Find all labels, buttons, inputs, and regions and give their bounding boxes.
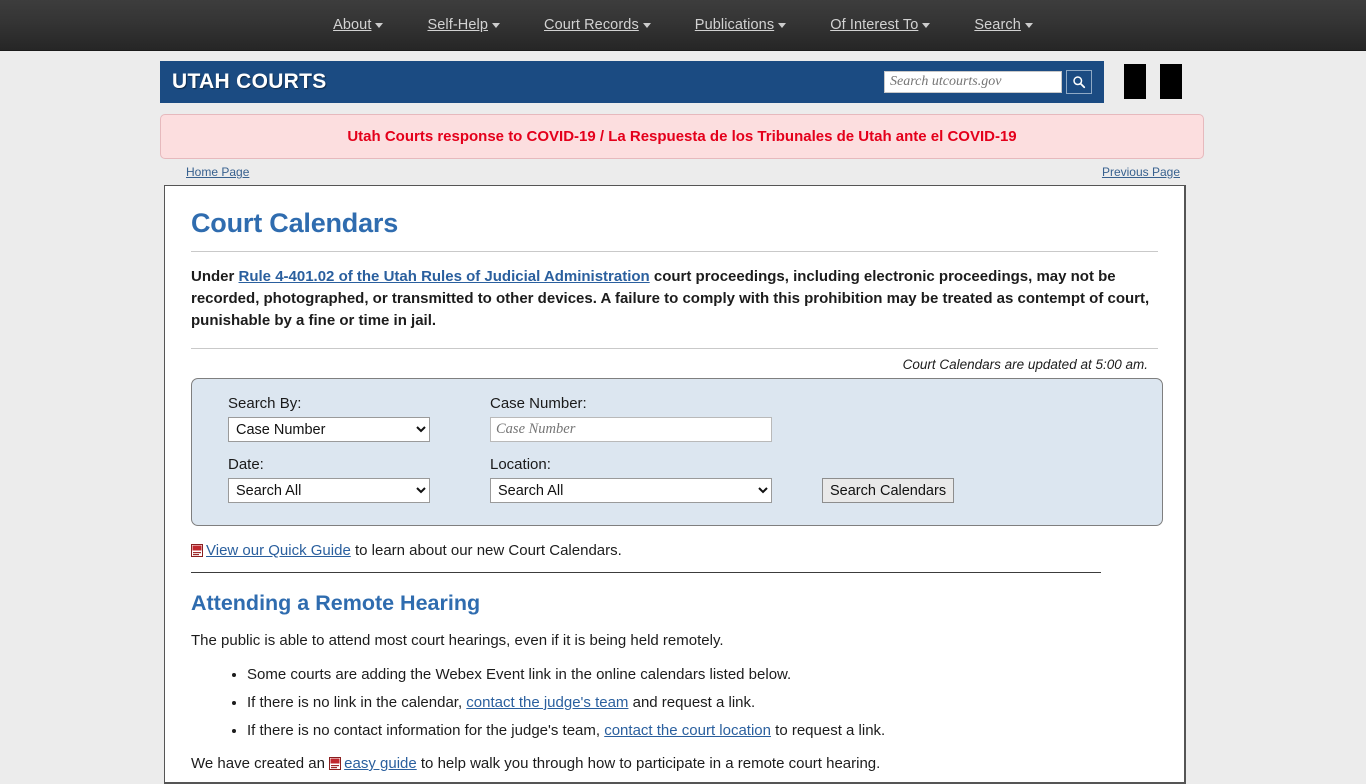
case-number-field: Case Number: <box>490 395 792 442</box>
location-select[interactable]: Search All <box>490 478 772 503</box>
nav-item-about[interactable]: About <box>333 17 384 33</box>
submit-cell: Search Calendars <box>822 478 1126 503</box>
nav-item-of-interest-to-label: Of Interest To <box>830 17 919 33</box>
broken-image-placeholder-2 <box>1160 64 1182 99</box>
contact-judges-team-link[interactable]: contact the judge's team <box>466 694 628 711</box>
nav-item-self-help[interactable]: Self-Help <box>427 17 501 33</box>
list-item: Some courts are adding the Webex Event l… <box>247 664 1158 685</box>
remote-hearing-bullet-list: Some courts are adding the Webex Event l… <box>191 664 1158 741</box>
case-number-input[interactable] <box>490 417 772 442</box>
nav-item-search[interactable]: Search <box>974 17 1033 33</box>
covid-alert-link[interactable]: Utah Courts response to COVID-19 / La Re… <box>347 128 1016 145</box>
nav-item-about-label: About <box>333 17 372 33</box>
breadcrumb: Home Page Previous Page <box>160 165 1206 179</box>
bullet-2-text-before: If there is no link in the calendar, <box>247 694 467 711</box>
case-number-label: Case Number: <box>490 395 587 412</box>
section-divider <box>191 572 1101 573</box>
page-title: Court Calendars <box>191 208 399 238</box>
chevron-down-icon <box>375 22 384 28</box>
nav-item-court-records-label: Court Records <box>544 17 639 33</box>
site-search-button[interactable] <box>1066 70 1092 94</box>
notice-divider <box>191 348 1158 349</box>
title-divider <box>191 251 1158 252</box>
easy-guide-line: We have created an easy guide to help wa… <box>191 755 1158 772</box>
remote-hearing-intro: The public is able to attend most court … <box>191 632 724 649</box>
pdf-icon <box>191 544 203 557</box>
calendar-updated-note: Court Calendars are updated at 5:00 am. <box>902 357 1148 372</box>
nav-item-search-label: Search <box>974 17 1021 33</box>
nav-item-court-records[interactable]: Court Records <box>544 17 651 33</box>
easy-guide-text-before: We have created an <box>191 755 330 772</box>
quick-guide-line: View our Quick Guide to learn about our … <box>191 542 1158 559</box>
contact-court-location-link[interactable]: contact the court location <box>604 722 771 739</box>
nav-item-of-interest-to[interactable]: Of Interest To <box>830 17 931 33</box>
breadcrumb-home-page-link[interactable]: Home Page <box>186 165 249 179</box>
easy-guide-text-after: to help walk you through how to particip… <box>416 755 881 772</box>
chevron-down-icon <box>492 22 501 28</box>
date-select[interactable]: Search All <box>228 478 430 503</box>
bullet-2-text-after: and request a link. <box>628 694 756 711</box>
date-label: Date: <box>228 456 264 473</box>
location-field: Location: Search All <box>490 456 792 503</box>
site-header: UTAH COURTS <box>160 61 1206 103</box>
covid-alert-banner: Utah Courts response to COVID-19 / La Re… <box>160 114 1204 159</box>
location-label: Location: <box>490 456 551 473</box>
brand-bar: UTAH COURTS <box>160 61 1104 103</box>
judicial-administration-rule-link[interactable]: Rule 4-401.02 of the Utah Rules of Judic… <box>239 268 650 285</box>
search-by-label: Search By: <box>228 395 302 412</box>
search-by-field: Search By: Case Number <box>228 395 460 442</box>
remote-hearing-heading: Attending a Remote Hearing <box>191 591 481 615</box>
chevron-down-icon <box>642 22 651 28</box>
chevron-down-icon <box>922 22 931 28</box>
broken-image-placeholder-1 <box>1124 64 1146 99</box>
list-item: If there is no link in the calendar, con… <box>247 692 1158 713</box>
search-icon <box>1073 76 1086 89</box>
content-card: Court Calendars Under Rule 4-401.02 of t… <box>164 185 1186 784</box>
bullet-3-text-after: to request a link. <box>770 722 886 739</box>
site-search-input[interactable] <box>884 71 1062 93</box>
chevron-down-icon <box>778 22 787 28</box>
notice-text-before-link: Under <box>191 268 239 285</box>
recording-prohibition-notice: Under Rule 4-401.02 of the Utah Rules of… <box>191 266 1158 332</box>
date-field: Date: Search All <box>228 456 460 503</box>
calendar-search-form: Search By: Case Number Case Number: Date… <box>191 378 1163 526</box>
quick-guide-trailing-text: to learn about our new Court Calendars. <box>350 542 622 559</box>
nav-item-publications[interactable]: Publications <box>694 17 787 33</box>
bullet-3-text-before: If there is no contact information for t… <box>247 722 605 739</box>
header-search <box>884 70 1092 94</box>
global-navigation-bar: About Self-Help Court Records Publicatio… <box>0 0 1366 51</box>
site-logo[interactable]: UTAH COURTS <box>172 70 327 94</box>
easy-guide-link[interactable]: easy guide <box>344 755 417 772</box>
pdf-icon <box>329 757 342 770</box>
list-item: If there is no contact information for t… <box>247 720 1158 741</box>
quick-guide-link[interactable]: View our Quick Guide <box>206 542 351 559</box>
nav-item-publications-label: Publications <box>694 17 775 33</box>
bullet-1-text-before: Some courts are adding the Webex Event l… <box>247 666 792 683</box>
chevron-down-icon <box>1024 22 1033 28</box>
search-calendars-button[interactable]: Search Calendars <box>822 478 955 503</box>
page-container: UTAH COURTS Utah Courts response to COVI… <box>160 51 1206 784</box>
breadcrumb-previous-page-link[interactable]: Previous Page <box>1102 165 1180 179</box>
search-by-select[interactable]: Case Number <box>228 417 430 442</box>
nav-item-self-help-label: Self-Help <box>427 17 489 33</box>
